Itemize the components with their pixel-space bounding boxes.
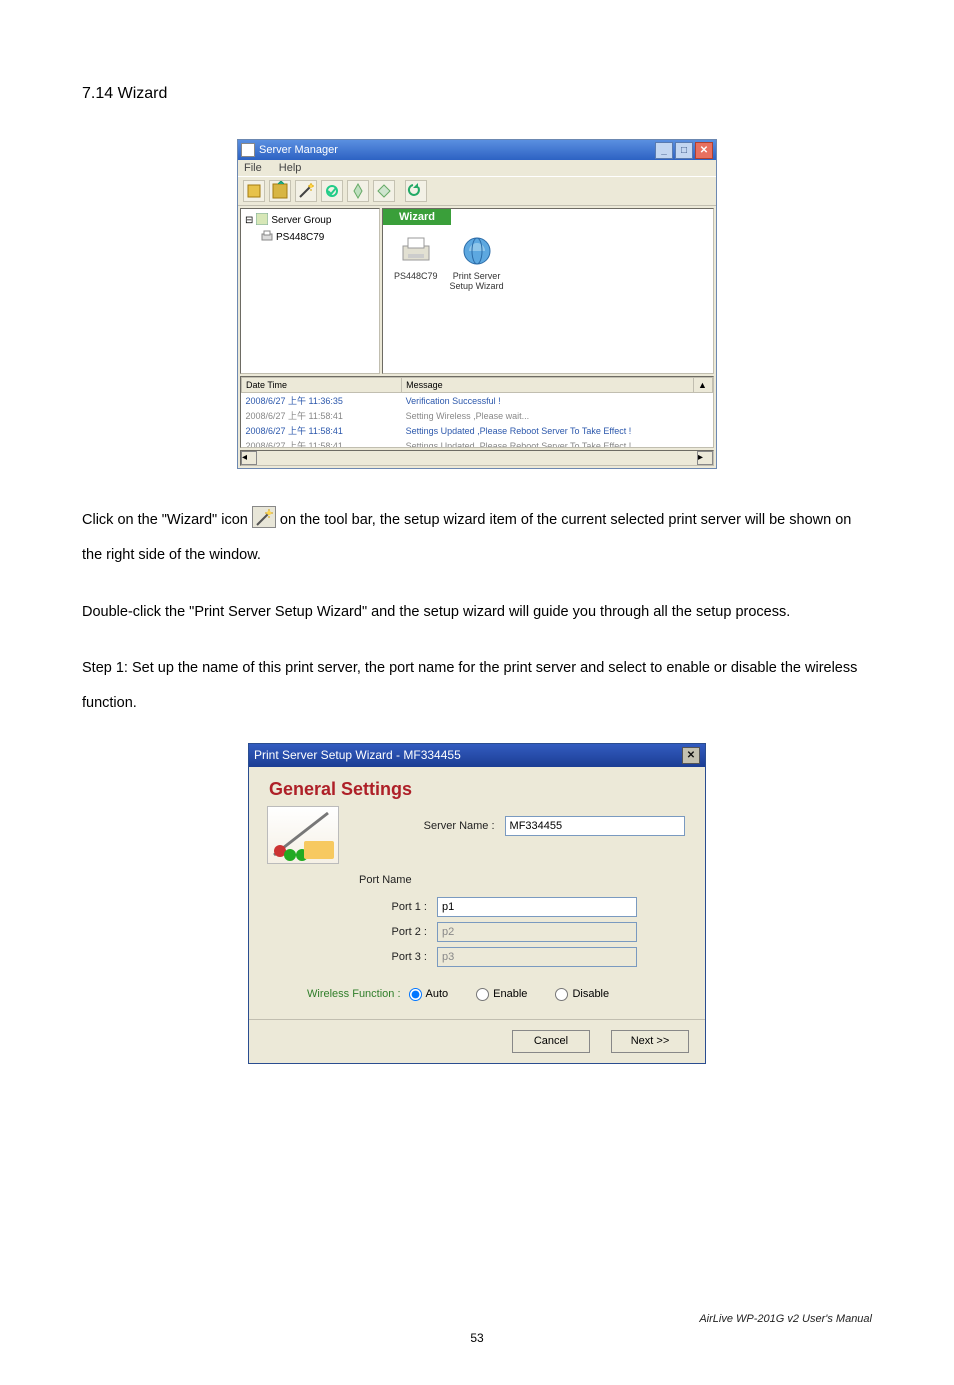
close-button[interactable]: ✕ [695, 142, 713, 159]
log-row: 2008/6/27 上午 11:58:41Setting Wireless ,P… [242, 408, 713, 423]
scroll-right-icon[interactable]: ▸ [697, 451, 713, 465]
log-scroll-up[interactable]: ▲ [694, 378, 713, 393]
wireless-disable-label: Disable [572, 988, 609, 1000]
wizard-toolbar-icon-inline [252, 506, 276, 528]
setup-wizard-label2: Setup Wizard [450, 281, 504, 291]
page-number: 53 [0, 1331, 954, 1345]
wiz-close-button[interactable]: ✕ [682, 747, 700, 764]
server-tree: ⊟ Server Group PS448C79 [240, 208, 380, 374]
port1-input[interactable] [437, 897, 637, 917]
menu-bar: File Help [238, 160, 716, 176]
log-row: 2008/6/27 上午 11:58:41Settings Updated ,P… [242, 438, 713, 448]
server-name-input[interactable] [505, 816, 685, 836]
footer-product: AirLive WP-201G v2 User's Manual [699, 1313, 872, 1325]
tool-bar [238, 176, 716, 206]
sm-titlebar: Server Manager _ □ ✕ [238, 140, 716, 160]
log-row: 2008/6/27 上午 11:36:35Verification Succes… [242, 393, 713, 409]
toolbar-btn-1[interactable] [243, 180, 265, 202]
toolbar-btn-7[interactable] [405, 180, 427, 202]
port2-label: Port 2 : [267, 926, 437, 938]
server-name-label: Server Name : [351, 820, 505, 832]
menu-help[interactable]: Help [279, 162, 302, 174]
port-name-label: Port Name [267, 864, 685, 892]
toolbar-btn-6[interactable] [373, 180, 395, 202]
setup-wizard-window: Print Server Setup Wizard - MF334455 ✕ G… [248, 743, 706, 1064]
wizard-panel-header: Wizard [383, 209, 451, 225]
paragraph-1: Click on the "Wizard" icon on the tool b… [82, 503, 872, 573]
paragraph-2: Double-click the "Print Server Setup Wiz… [82, 595, 872, 630]
cancel-button[interactable]: Cancel [512, 1030, 590, 1053]
printer-wizard-icon[interactable]: PS448C79 [394, 234, 438, 291]
printer-wizard-label: PS448C79 [394, 271, 438, 281]
wizard-thumbnail [267, 806, 339, 864]
port1-label: Port 1 : [267, 901, 437, 913]
tree-root-label[interactable]: Server Group [271, 215, 331, 226]
port2-input [437, 922, 637, 942]
log-row: 2008/6/27 上午 11:58:41Settings Updated ,P… [242, 423, 713, 438]
setup-wizard-label1: Print Server [453, 271, 501, 281]
wireless-function-label: Wireless Function : [307, 988, 401, 1000]
tree-collapse-icon[interactable]: ⊟ [245, 215, 253, 226]
log-col-msg: Message [402, 378, 694, 393]
port3-label: Port 3 : [267, 951, 437, 963]
wiz-titlebar: Print Server Setup Wizard - MF334455 ✕ [249, 744, 705, 767]
wireless-auto-radio[interactable] [409, 988, 422, 1001]
server-manager-window: Server Manager _ □ ✕ File Help [237, 139, 717, 469]
wiz-title: Print Server Setup Wizard - MF334455 [254, 748, 682, 762]
sm-title: Server Manager [259, 144, 653, 156]
log-panel: Date Time Message ▲ 2008/6/27 上午 11:36:3… [240, 376, 714, 448]
setup-wizard-icon[interactable]: Print Server Setup Wizard [450, 234, 504, 291]
server-group-icon [256, 213, 268, 228]
toolbar-btn-4[interactable] [321, 180, 343, 202]
wireless-enable-label: Enable [493, 988, 527, 1000]
next-button[interactable]: Next >> [611, 1030, 689, 1053]
app-icon [241, 143, 255, 157]
wireless-enable-radio[interactable] [476, 988, 489, 1001]
log-col-date: Date Time [242, 378, 402, 393]
wiz-heading: General Settings [249, 767, 705, 806]
wireless-disable-radio[interactable] [555, 988, 568, 1001]
paragraph-3: Step 1: Set up the name of this print se… [82, 651, 872, 721]
section-title: 7.14 Wizard [82, 85, 872, 103]
horizontal-scrollbar[interactable]: ◂ ▸ [240, 450, 714, 466]
minimize-button[interactable]: _ [655, 142, 673, 159]
maximize-button[interactable]: □ [675, 142, 693, 159]
port3-input [437, 947, 637, 967]
scroll-left-icon[interactable]: ◂ [241, 451, 257, 465]
main-panel: Wizard PS448C79 Print Server [382, 208, 714, 374]
wireless-auto-label: Auto [426, 988, 449, 1000]
menu-file[interactable]: File [244, 162, 262, 174]
toolbar-btn-2[interactable] [269, 180, 291, 202]
wizard-icon[interactable] [295, 180, 317, 202]
toolbar-btn-5[interactable] [347, 180, 369, 202]
tree-child-label[interactable]: PS448C79 [276, 232, 324, 243]
printer-icon [261, 230, 273, 245]
